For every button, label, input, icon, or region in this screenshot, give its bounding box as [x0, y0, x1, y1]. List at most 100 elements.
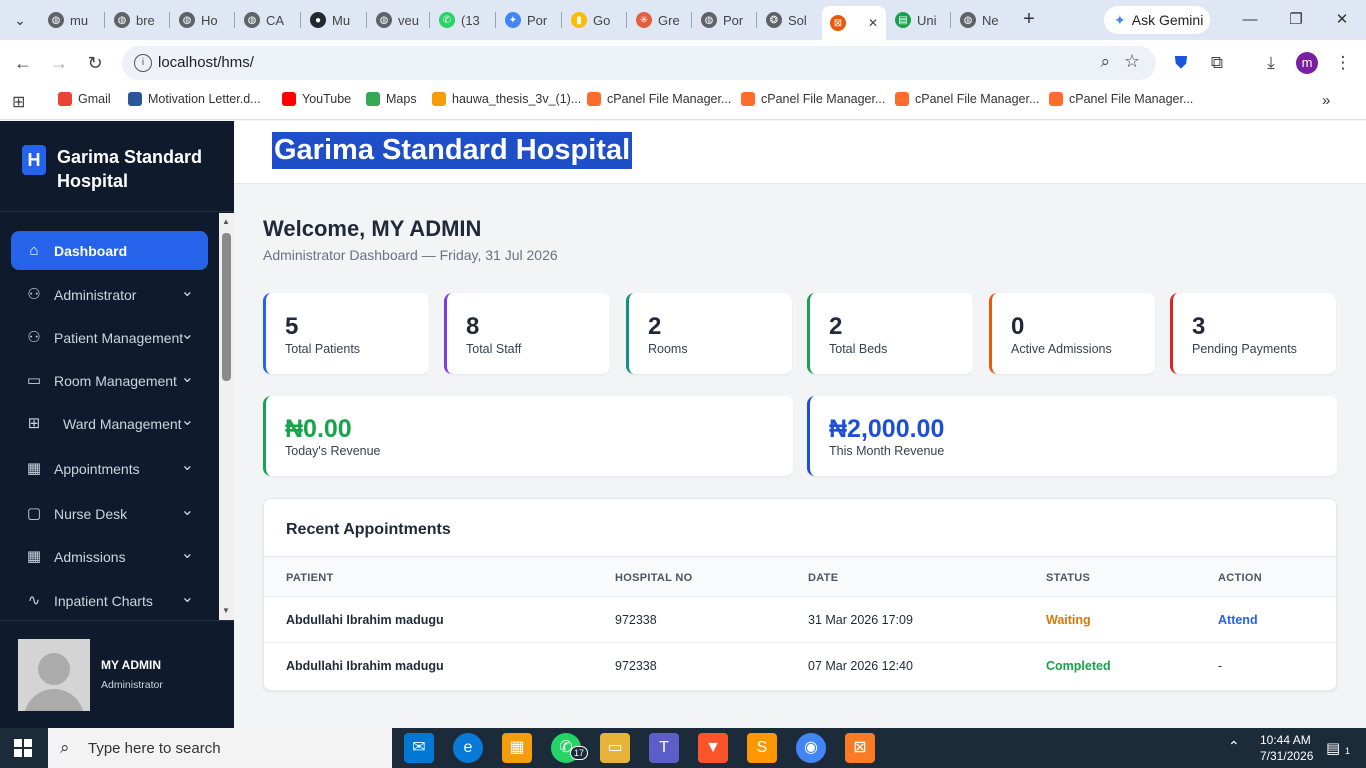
minimize-button[interactable]: — — [1238, 8, 1262, 32]
windows-start-icon[interactable] — [14, 739, 32, 757]
calendar-plus-icon: ▦ — [26, 548, 42, 565]
browser-tab[interactable]: ✦ Por — [497, 6, 555, 34]
sidebar-item-administrator[interactable]: ⚇ Administrator ⌄ — [11, 275, 208, 314]
bookmark-item[interactable]: Gmail — [58, 92, 111, 106]
browser-tab[interactable]: ◍ bre — [106, 6, 163, 34]
status-badge: Waiting — [1046, 613, 1091, 627]
sidebar-item-label: Room Management — [54, 373, 177, 389]
appointment-date: 07 Mar 2026 12:40 — [808, 659, 913, 673]
apps-grid-icon[interactable]: ⊞ — [12, 92, 25, 112]
brave-app-icon[interactable]: ▼ — [698, 733, 728, 763]
chrome-app-icon[interactable]: ◉ — [796, 733, 826, 763]
close-tab-icon[interactable]: ✕ — [868, 16, 878, 30]
sidebar-item-inpatient-charts[interactable]: ∿ Inpatient Charts ⌄ — [11, 581, 208, 620]
bookmark-favicon-icon — [587, 92, 601, 106]
brand-name: Garima Standard Hospital — [57, 147, 203, 191]
scroll-down-icon[interactable]: ▼ — [222, 606, 230, 615]
bookmark-label: cPanel File Manager... — [761, 92, 886, 106]
browser-tab[interactable]: ◍ veu — [368, 6, 427, 34]
clock-time[interactable]: 10:44 AM — [1260, 733, 1311, 747]
browser-tab[interactable]: ◍ Ho — [171, 6, 226, 34]
gemini-icon: ✦ — [1114, 11, 1126, 28]
bookmark-item[interactable]: Maps — [366, 92, 417, 106]
tab-label: Uni — [917, 12, 937, 28]
attend-link[interactable]: Attend — [1218, 613, 1258, 627]
ask-gemini-button[interactable]: ✦ Ask Gemini — [1104, 6, 1210, 34]
teams-app-icon[interactable]: T — [649, 733, 679, 763]
back-arrow-icon[interactable]: ← — [11, 51, 35, 75]
taskbar-search[interactable]: ⌕ Type here to search — [48, 728, 392, 768]
omnibox[interactable]: i localhost/hms/ ⌕ ☆ — [122, 46, 1156, 80]
sidebar-item-patient-management[interactable]: ⚇ Patient Management ⌄ — [11, 318, 208, 357]
sidebar-item-label: Nurse Desk — [54, 506, 128, 522]
mail-app-icon[interactable]: ✉ — [404, 733, 434, 763]
sublime-app-icon[interactable]: S — [747, 733, 777, 763]
bookmark-label: YouTube — [302, 92, 352, 106]
scroll-up-icon[interactable]: ▲ — [222, 217, 230, 226]
edge-app-icon[interactable]: e — [453, 733, 483, 763]
tab-label: bre — [136, 12, 155, 28]
revenue-value: ₦2,000.00 — [829, 415, 945, 443]
new-tab-button[interactable]: + — [1018, 8, 1040, 30]
browser-tab[interactable]: ◍ Ne — [952, 6, 1007, 34]
file-explorer-icon[interactable]: ▭ — [600, 733, 630, 763]
bookmark-item[interactable]: cPanel File Manager... — [895, 92, 1039, 106]
bookmark-item[interactable]: YouTube — [282, 92, 351, 106]
bookmark-item[interactable]: Motivation Letter.d... — [128, 92, 261, 106]
store-app-icon[interactable]: ▦ — [502, 733, 532, 763]
site-info-icon[interactable]: i — [134, 54, 152, 72]
tab-active[interactable]: ⊠ ✕ — [822, 6, 887, 40]
browser-tab[interactable]: ✳ Gre — [628, 6, 688, 34]
sidebar-item-ward-management[interactable]: ⊞ Ward Management ⌄ — [11, 404, 208, 443]
tab-separator — [300, 12, 301, 28]
browser-tab[interactable]: ▮ Go — [563, 6, 618, 34]
shield-extension-icon[interactable]: ⛊ — [1170, 52, 1192, 74]
browser-tab[interactable]: ✆ (13 — [431, 6, 488, 34]
forward-arrow-icon[interactable]: → — [47, 51, 71, 75]
bookmark-item[interactable]: hauwa_thesis_3v_(1)... — [432, 92, 581, 106]
sidebar-item-admissions[interactable]: ▦ Admissions ⌄ — [11, 537, 208, 576]
profile-avatar[interactable]: m — [1296, 52, 1318, 74]
bookmarks-overflow-icon[interactable]: » — [1322, 92, 1330, 109]
sidebar-item-appointments[interactable]: ▦ Appointments ⌄ — [11, 449, 208, 488]
scrollbar-thumb[interactable] — [222, 233, 231, 381]
stat-label: Rooms — [648, 342, 688, 356]
reload-icon[interactable]: ↻ — [83, 51, 107, 75]
sidebar-item-room-management[interactable]: ▭ Room Management ⌄ — [11, 361, 208, 400]
user-role: Administrator — [101, 679, 163, 691]
sidebar-item-nurse-desk[interactable]: ▢ Nurse Desk ⌄ — [11, 494, 208, 533]
table-row: Abdullahi Ibrahim madugu 972338 31 Mar 2… — [264, 596, 1336, 642]
xampp-app-icon[interactable]: ⊠ — [845, 733, 875, 763]
bookmark-item[interactable]: cPanel File Manager... — [587, 92, 731, 106]
close-window-button[interactable]: ✕ — [1330, 8, 1354, 32]
tab-search-icon[interactable]: ⌄ — [8, 8, 32, 32]
clock-date[interactable]: 7/31/2026 — [1260, 749, 1313, 763]
sidebar-scrollbar[interactable]: ▲ ▼ — [219, 213, 234, 620]
tab-label: Gre — [658, 12, 680, 28]
bookmark-favicon-icon — [282, 92, 296, 106]
tab-separator — [366, 12, 367, 28]
zoom-icon[interactable]: ⌕ — [1100, 52, 1110, 72]
browser-tab[interactable]: ◍ Por — [693, 6, 751, 34]
download-icon[interactable]: ⤓ — [1260, 52, 1282, 74]
tray-chevron-icon[interactable]: ⌃ — [1228, 738, 1240, 755]
notification-icon[interactable]: ▤ — [1326, 739, 1340, 757]
hospital-no: 972338 — [615, 659, 657, 673]
restore-button[interactable]: ❐ — [1284, 8, 1308, 32]
globe-icon: ◍ — [376, 12, 392, 28]
bookmark-star-icon[interactable]: ☆ — [1124, 51, 1140, 72]
browser-tab[interactable]: ◍ CA — [236, 6, 292, 34]
url-text[interactable]: localhost/hms/ — [158, 54, 254, 71]
browser-menu-icon[interactable]: ⋮ — [1332, 52, 1354, 74]
extensions-puzzle-icon[interactable]: ⧉ — [1206, 52, 1228, 74]
browser-tab[interactable]: ▤ Uni — [887, 6, 945, 34]
bookmark-item[interactable]: cPanel File Manager... — [1049, 92, 1193, 106]
brand[interactable]: H Garima Standard Hospital — [0, 121, 234, 212]
browser-tab[interactable]: ● Mu — [302, 6, 358, 34]
user-profile[interactable]: MY ADMIN Administrator — [0, 620, 234, 728]
browser-tab[interactable]: ◍ mu — [40, 6, 96, 34]
browser-tab[interactable]: ❂ Sol — [758, 6, 815, 34]
bookmark-item[interactable]: cPanel File Manager... — [741, 92, 885, 106]
sidebar-item-dashboard[interactable]: ⌂ Dashboard — [11, 231, 208, 270]
stat-value: 5 — [285, 313, 299, 340]
